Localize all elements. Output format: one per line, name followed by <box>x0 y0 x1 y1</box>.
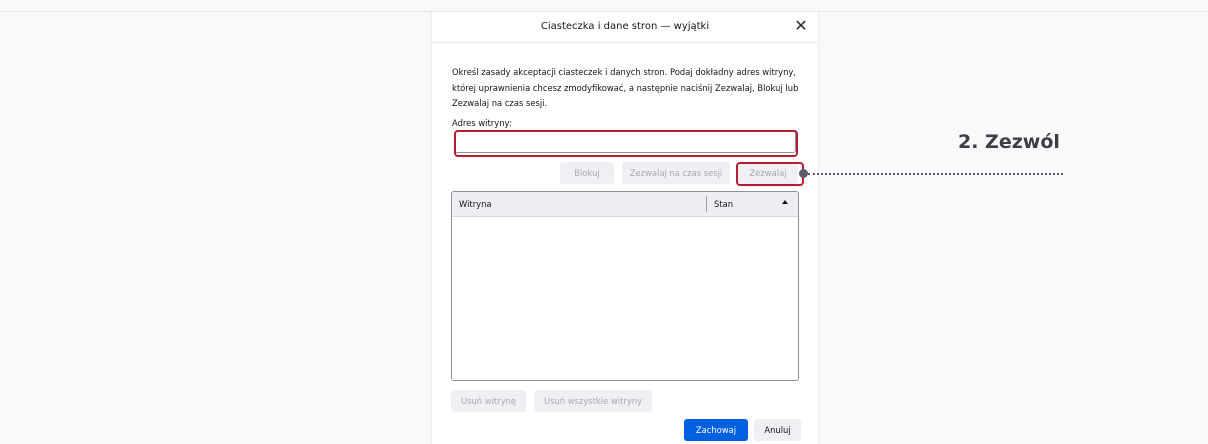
callout-line <box>808 173 1063 175</box>
table-header: Witryna Stan <box>452 192 798 217</box>
column-header-site[interactable]: Witryna <box>459 192 492 216</box>
callout-dot <box>799 169 808 178</box>
callout-label: 2. Zezwól <box>958 131 1060 153</box>
column-divider[interactable] <box>706 196 707 212</box>
allow-session-button[interactable]: Zezwalaj na czas sesji <box>622 162 730 184</box>
dialog-title: Ciasteczka i dane stron — wyjątki <box>540 21 710 32</box>
dialog-titlebar: Ciasteczka i dane stron — wyjątki ✕ <box>432 12 818 43</box>
cancel-button[interactable]: Anuluj <box>754 419 801 441</box>
close-icon[interactable]: ✕ <box>793 18 809 34</box>
save-button[interactable]: Zachowaj <box>684 419 748 441</box>
address-input[interactable] <box>454 131 796 153</box>
column-header-status[interactable]: Stan <box>714 192 733 216</box>
sites-table[interactable]: Witryna Stan <box>451 191 799 381</box>
sort-ascending-icon <box>782 200 788 204</box>
exceptions-dialog: Ciasteczka i dane stron — wyjątki ✕ Okre… <box>432 12 818 444</box>
allow-button[interactable]: Zezwalaj <box>738 162 798 184</box>
dialog-description: Określ zasady akceptacji ciasteczek i da… <box>452 67 799 108</box>
remove-site-button[interactable]: Usuń witrynę <box>451 390 526 412</box>
remove-all-sites-button[interactable]: Usuń wszystkie witryny <box>534 390 652 412</box>
address-label: Adres witryny: <box>452 118 512 128</box>
block-button[interactable]: Blokuj <box>560 162 614 184</box>
